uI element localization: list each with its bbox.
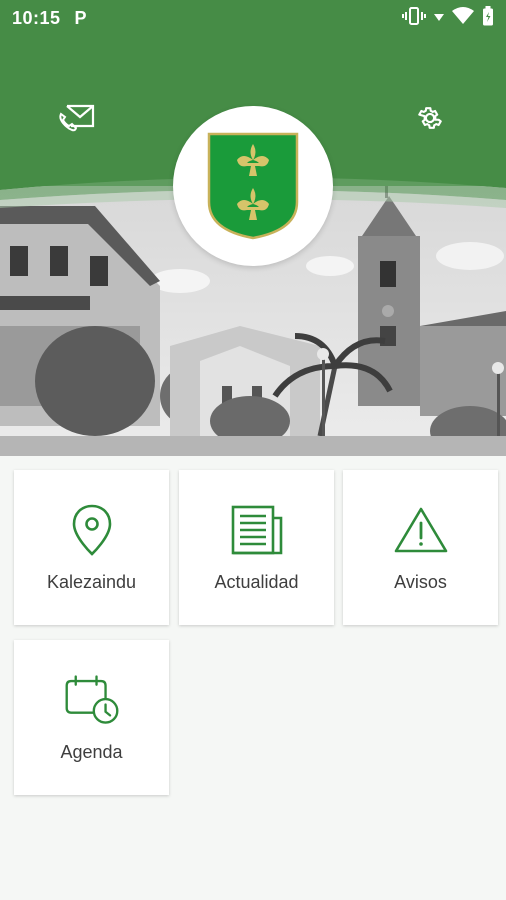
coat-of-arms-emblem xyxy=(173,106,333,266)
menu-item-avisos[interactable]: Avisos xyxy=(343,470,498,625)
header xyxy=(0,36,506,456)
newspaper-icon xyxy=(229,502,285,558)
warning-icon xyxy=(393,502,449,558)
app-notification-badge: P xyxy=(74,7,87,28)
signal-icon xyxy=(434,9,444,27)
calendar-clock-icon xyxy=(64,672,120,728)
menu-item-label: Avisos xyxy=(394,572,447,592)
menu-item-label: Agenda xyxy=(60,742,123,762)
menu-item-kalezaindu[interactable]: Kalezaindu xyxy=(14,470,169,625)
fleur-de-lis-shield-icon xyxy=(207,132,299,240)
vibrate-icon xyxy=(402,6,426,31)
menu-item-label: Kalezaindu xyxy=(46,572,137,592)
menu-item-label: Actualidad xyxy=(214,572,299,592)
menu-item-actualidad[interactable]: Actualidad xyxy=(179,470,334,625)
location-pin-icon xyxy=(64,502,120,558)
wifi-icon xyxy=(452,6,474,30)
menu-item-agenda[interactable]: Agenda xyxy=(14,640,169,795)
gear-icon[interactable] xyxy=(408,96,452,140)
contact-mail-icon[interactable] xyxy=(55,96,99,140)
battery-icon xyxy=(482,5,494,31)
status-bar: 10:15 P xyxy=(0,0,506,36)
status-time: 10:15 xyxy=(12,7,61,28)
